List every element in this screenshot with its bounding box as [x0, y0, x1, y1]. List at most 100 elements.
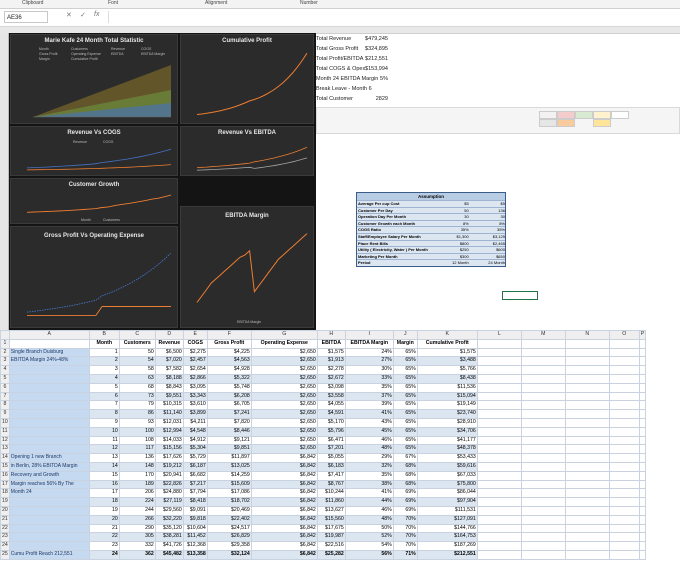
data-cell[interactable]: 19: [88, 505, 120, 516]
empty-cell[interactable]: [476, 514, 522, 525]
data-cell[interactable]: 15: [88, 470, 120, 481]
empty-cell[interactable]: [520, 461, 566, 472]
data-cell[interactable]: $2,650: [250, 356, 318, 367]
data-cell[interactable]: 332: [118, 541, 156, 551]
data-cell[interactable]: $6,842: [250, 470, 318, 481]
column-header-i[interactable]: I: [344, 330, 394, 340]
data-cell[interactable]: $15,560: [316, 514, 346, 525]
data-cell[interactable]: $6,842: [250, 523, 318, 534]
column-header-j[interactable]: J: [392, 330, 418, 340]
data-cell[interactable]: 73: [118, 391, 156, 402]
empty-cell[interactable]: [638, 444, 647, 455]
empty-cell[interactable]: [564, 347, 610, 358]
data-cell[interactable]: 32%: [344, 461, 394, 472]
empty-cell[interactable]: [638, 391, 647, 402]
data-cell[interactable]: $3,098: [316, 382, 346, 393]
note-cell[interactable]: [8, 382, 90, 393]
fx-icon[interactable]: fx: [94, 11, 99, 18]
empty-cell[interactable]: [520, 417, 566, 428]
data-cell[interactable]: 9: [88, 417, 120, 428]
data-cell[interactable]: $11,860: [316, 497, 346, 507]
row-number[interactable]: 14: [0, 453, 10, 463]
empty-cell[interactable]: [520, 549, 566, 560]
empty-cell[interactable]: [476, 505, 522, 516]
empty-cell[interactable]: [564, 391, 610, 402]
row-number[interactable]: 9: [0, 409, 10, 419]
data-cell[interactable]: $2,650: [250, 400, 318, 411]
data-cell[interactable]: 65%: [392, 426, 418, 437]
data-cell[interactable]: 37%: [344, 391, 394, 402]
data-cell[interactable]: 70%: [392, 541, 418, 551]
chart-gross-profit-vs-opex[interactable]: Gross Profit Vs Operating Expense: [10, 226, 178, 328]
row-number[interactable]: 4: [0, 365, 10, 375]
data-cell[interactable]: $9,091: [182, 505, 208, 516]
data-cell[interactable]: $12,031: [154, 417, 184, 428]
data-cell[interactable]: 2: [88, 356, 120, 367]
data-cell[interactable]: $5,748: [206, 382, 252, 393]
empty-cell[interactable]: [476, 488, 522, 499]
empty-cell[interactable]: [638, 541, 647, 551]
data-cell[interactable]: 65%: [392, 435, 418, 446]
data-cell[interactable]: $25,282: [316, 549, 346, 560]
data-cell[interactable]: 70%: [392, 523, 418, 534]
empty-cell[interactable]: [608, 470, 640, 481]
data-cell[interactable]: $4,225: [206, 347, 252, 358]
data-cell[interactable]: $3,343: [182, 391, 208, 402]
empty-cell[interactable]: [608, 444, 640, 455]
note-cell[interactable]: in Berlin, 28% EBITDA Margin: [8, 461, 90, 472]
data-cell[interactable]: 136: [118, 453, 156, 463]
data-cell[interactable]: $28,910: [416, 417, 478, 428]
data-cell[interactable]: $17,675: [316, 523, 346, 534]
data-cell[interactable]: 22: [88, 532, 120, 543]
data-cell[interactable]: $9,851: [206, 444, 252, 455]
data-cell[interactable]: $7,417: [316, 470, 346, 481]
data-cell[interactable]: $3,488: [416, 356, 478, 367]
data-cell[interactable]: $75,800: [416, 479, 478, 490]
data-cell[interactable]: $5,304: [182, 444, 208, 455]
data-cell[interactable]: 68%: [392, 461, 418, 472]
data-cell[interactable]: 52%: [344, 532, 394, 543]
empty-cell[interactable]: [476, 338, 522, 349]
cancel-icon[interactable]: ✕: [66, 11, 72, 19]
row-number[interactable]: 12: [0, 435, 10, 446]
row-number[interactable]: 16: [0, 470, 10, 481]
data-cell[interactable]: $86,044: [416, 488, 478, 499]
data-cell[interactable]: $7,241: [206, 409, 252, 419]
data-cell[interactable]: 68%: [392, 479, 418, 490]
empty-cell[interactable]: [520, 435, 566, 446]
column-title[interactable]: EBITDA: [316, 338, 346, 349]
data-cell[interactable]: $59,616: [416, 461, 478, 472]
empty-cell[interactable]: [638, 470, 647, 481]
empty-cell[interactable]: [520, 541, 566, 551]
row-number[interactable]: 22: [0, 523, 10, 534]
empty-cell[interactable]: [608, 373, 640, 384]
data-cell[interactable]: $7,201: [316, 444, 346, 455]
data-cell[interactable]: 14: [88, 461, 120, 472]
data-cell[interactable]: 46%: [344, 435, 394, 446]
empty-cell[interactable]: [520, 470, 566, 481]
data-cell[interactable]: 244: [118, 505, 156, 516]
data-cell[interactable]: 63: [118, 373, 156, 384]
data-cell[interactable]: 38%: [344, 479, 394, 490]
data-cell[interactable]: $5,170: [316, 417, 346, 428]
empty-cell[interactable]: [608, 505, 640, 516]
note-cell[interactable]: [8, 514, 90, 525]
data-cell[interactable]: $32,124: [206, 549, 252, 560]
data-cell[interactable]: $26,829: [206, 532, 252, 543]
column-title[interactable]: Revenue: [154, 338, 184, 349]
empty-cell[interactable]: [476, 461, 522, 472]
empty-cell[interactable]: [564, 356, 610, 367]
data-cell[interactable]: $11,452: [182, 532, 208, 543]
empty-cell[interactable]: [476, 373, 522, 384]
note-cell[interactable]: [8, 417, 90, 428]
data-cell[interactable]: $2,650: [250, 409, 318, 419]
data-cell[interactable]: 65%: [392, 391, 418, 402]
empty-cell[interactable]: [520, 479, 566, 490]
empty-cell[interactable]: [638, 365, 647, 375]
column-title[interactable]: Customers: [118, 338, 156, 349]
data-cell[interactable]: $13,358: [182, 549, 208, 560]
note-cell[interactable]: [8, 435, 90, 446]
empty-cell[interactable]: [608, 365, 640, 375]
data-cell[interactable]: $19,212: [154, 461, 184, 472]
empty-cell[interactable]: [638, 461, 647, 472]
